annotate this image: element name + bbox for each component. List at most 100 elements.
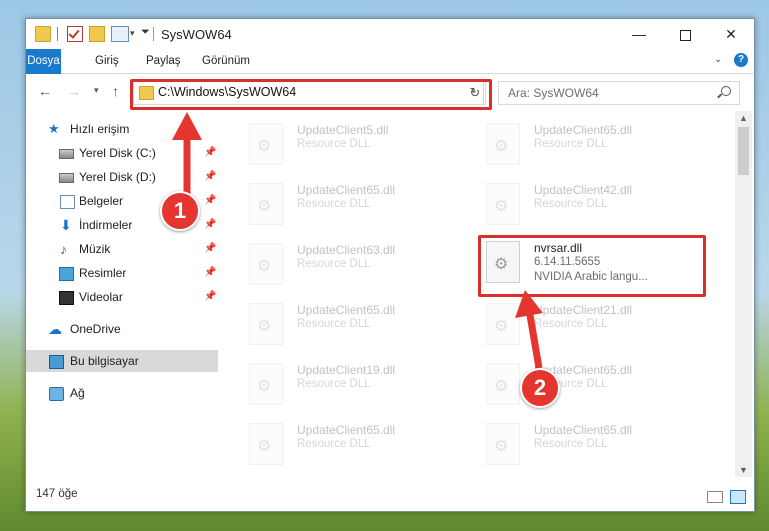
new-folder-icon[interactable] [89,26,105,42]
drive-icon [59,173,74,183]
dll-file-icon [486,183,520,225]
dll-file-icon [486,363,520,405]
file-item[interactable]: UpdateClient63.dll Resource DLL [249,243,479,303]
dll-file-icon [249,243,283,285]
file-item[interactable]: UpdateClient5.dll Resource DLL [249,123,479,183]
pin-icon[interactable]: 📌 [204,142,216,164]
file-type: Resource DLL [534,438,608,450]
file-item[interactable]: UpdateClient65.dll Resource DLL [249,183,479,243]
sidebar-item-label: Yerel Disk (D:) [79,170,156,184]
scroll-up-icon[interactable]: ▲ [739,113,748,123]
navigation-bar: ← → ▾ ↑ C:\Windows\SysWOW64 ⌄ ↻ Ara: Sys… [26,74,754,110]
properties-check-icon[interactable] [67,26,83,42]
sidebar-item-music[interactable]: ♪ Müzik 📌 [26,238,218,260]
sidebar-item-label: Yerel Disk (C:) [79,146,156,160]
annotation-badge-2: 2 [520,368,560,408]
pin-icon[interactable]: 📌 [204,214,216,236]
help-icon[interactable]: ? [734,53,748,67]
chevron-down-icon[interactable]: ▾ [130,28,135,39]
close-button[interactable]: ✕ [708,19,754,49]
star-icon: ★ [48,121,60,136]
file-item[interactable]: UpdateClient65.dll Resource DLL [249,303,479,363]
scroll-thumb[interactable] [738,127,749,175]
file-item[interactable]: UpdateClient65.dll Resource DLL [486,423,716,477]
file-item[interactable]: UpdateClient65.dll Resource DLL [249,423,479,477]
scroll-down-icon[interactable]: ▼ [739,465,748,475]
documents-icon [60,195,75,209]
up-button[interactable]: ↑ [112,83,119,99]
recent-locations-icon[interactable]: ▾ [94,85,99,96]
tab-home[interactable]: Giriş [84,49,130,73]
sidebar-item-label: Ağ [70,386,85,400]
maximize-button[interactable] [662,19,708,49]
pin-icon[interactable]: 📌 [204,262,216,284]
annotation-badge-1: 1 [160,191,200,231]
status-bar: 147 öğe [26,478,754,510]
sidebar-item-label: Hızlı erişim [70,122,130,136]
sidebar-item-label: Videolar [79,290,123,304]
sidebar-item-label: İndirmeler [79,218,133,232]
file-type: Resource DLL [534,198,608,210]
pin-icon[interactable]: 📌 [204,238,216,260]
music-icon: ♪ [60,241,67,257]
download-icon: ⬇ [60,217,72,233]
pin-icon[interactable]: 📌 [204,166,216,188]
sidebar-item-pictures[interactable]: Resimler 📌 [26,262,218,284]
minimize-button[interactable]: — [616,19,662,49]
dll-file-icon [249,183,283,225]
dll-file-icon [486,423,520,465]
sidebar-item-quick-access[interactable]: ★ Hızlı erişim [26,118,218,140]
file-name: UpdateClient21.dll [534,303,633,317]
tab-share[interactable]: Paylaş [135,49,192,73]
pictures-icon [59,267,74,281]
videos-icon [59,291,74,305]
file-name: UpdateClient63.dll [297,243,396,257]
search-input[interactable]: Ara: SysWOW64 [498,81,740,105]
window-title: SysWOW64 [161,27,232,42]
toolbar-separator [57,27,58,41]
search-icon [721,86,731,96]
file-type: Resource DLL [297,438,371,450]
file-item[interactable]: UpdateClient42.dll Resource DLL [486,183,716,243]
sidebar-item-label: Belgeler [79,194,124,208]
sidebar-item-local-disk-d[interactable]: Yerel Disk (D:) 📌 [26,166,218,188]
file-name: UpdateClient5.dll [297,123,389,137]
dll-file-icon [249,123,283,165]
file-type: Resource DLL [534,318,608,330]
pin-icon[interactable]: 📌 [204,286,216,308]
expand-ribbon-icon[interactable]: ⌄ [714,54,722,65]
folder-icon[interactable] [35,26,51,42]
sidebar-item-onedrive[interactable]: ☁ OneDrive [26,318,218,340]
tab-view[interactable]: Görünüm [191,49,261,73]
large-icons-view-icon[interactable] [730,490,746,504]
file-item[interactable]: UpdateClient21.dll Resource DLL [486,303,716,363]
properties-icon[interactable] [111,26,129,42]
customize-toolbar-icon[interactable]: ⏷ [141,26,150,39]
search-placeholder: Ara: SysWOW64 [508,86,599,100]
sidebar-item-network[interactable]: Ağ [26,382,218,404]
sidebar-item-videos[interactable]: Videolar 📌 [26,286,218,308]
ribbon-tabs: Dosya Giriş Paylaş Görünüm ⌄ ? [26,49,754,109]
navigation-pane: ★ Hızlı erişim Yerel Disk (C:) 📌 Yerel D… [26,111,218,477]
details-view-icon[interactable] [707,491,723,503]
drive-icon [59,149,74,159]
dll-file-icon [249,423,283,465]
file-type: Resource DLL [297,378,371,390]
file-name: UpdateClient65.dll [534,423,633,437]
pin-icon[interactable]: 📌 [204,190,216,212]
sidebar-item-label: OneDrive [70,322,121,336]
vertical-scrollbar[interactable]: ▲ ▼ [735,111,752,477]
forward-button[interactable]: → [67,83,81,99]
sidebar-item-this-pc[interactable]: Bu bilgisayar [26,350,218,372]
title-bar: ▾ ⏷ SysWOW64 — ✕ [26,19,754,49]
dll-file-icon [486,123,520,165]
file-name: UpdateClient65.dll [297,303,396,317]
sidebar-item-label: Müzik [79,242,111,256]
sidebar-item-label: Bu bilgisayar [70,354,139,368]
file-item[interactable]: UpdateClient19.dll Resource DLL [249,363,479,423]
back-button[interactable]: ← [38,83,52,99]
sidebar-item-local-disk-c[interactable]: Yerel Disk (C:) 📌 [26,142,218,164]
explorer-window: ▾ ⏷ SysWOW64 — ✕ Dosya Giriş Paylaş Görü… [25,18,755,512]
file-item[interactable]: UpdateClient65.dll Resource DLL [486,123,716,183]
file-type: Resource DLL [534,138,608,150]
